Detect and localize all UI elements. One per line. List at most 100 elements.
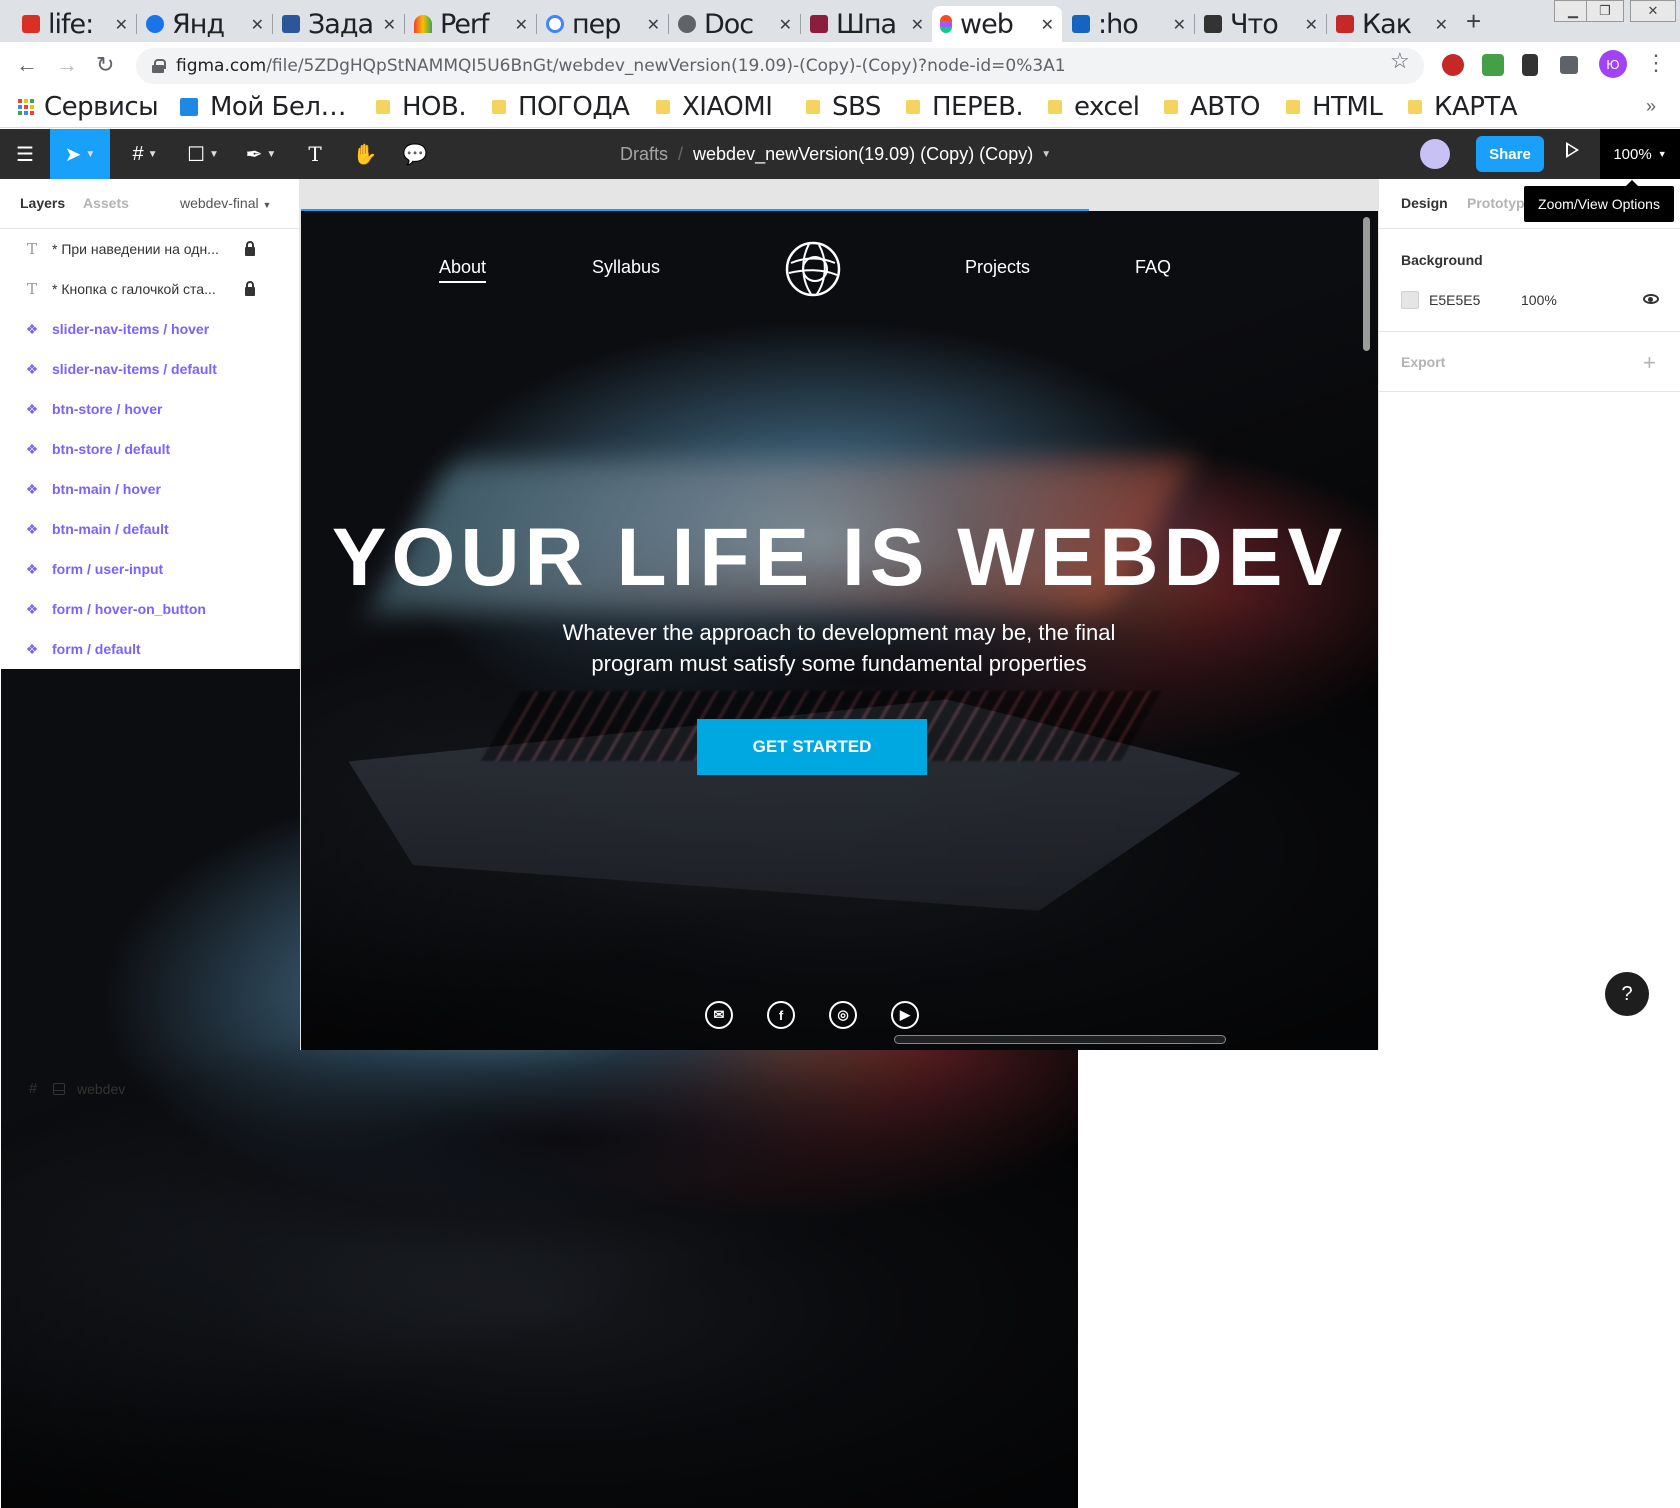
bookmark-star-icon[interactable]: ☆ [1390,48,1410,74]
close-icon[interactable]: ✕ [251,15,264,34]
nav-link-faq[interactable]: FAQ [1135,257,1171,278]
close-icon[interactable]: ✕ [115,15,128,34]
nav-link-syllabus[interactable]: Syllabus [592,257,660,278]
browser-tab-active[interactable]: web ✕ [932,6,1062,42]
layer-item[interactable]: ❖ form / default [0,629,300,669]
profile-avatar[interactable]: Ю [1599,50,1627,78]
bookmark-folder[interactable]: НОВ. [376,92,467,122]
close-icon[interactable]: ✕ [1173,15,1186,34]
bookmark-folder[interactable]: excel [1048,92,1140,122]
puzzle-icon[interactable] [1560,56,1578,74]
present-play-icon[interactable] [1566,142,1579,158]
browser-tab[interactable]: Perf ✕ [406,6,536,42]
bookmark-folder[interactable]: HTML [1286,92,1383,122]
layer-item[interactable]: T * При наведении на одн... [0,229,300,269]
back-icon[interactable]: ← [16,52,38,78]
close-icon[interactable]: ✕ [1041,15,1054,34]
background-hex-value[interactable]: E5E5E5 [1429,292,1480,308]
bookmark-folder[interactable]: КАРТА [1408,92,1518,122]
close-icon[interactable]: ✕ [647,15,660,34]
nav-link-projects[interactable]: Projects [965,257,1030,278]
breadcrumb-drafts[interactable]: Drafts [620,144,668,165]
adblock-extension-icon[interactable] [1442,54,1464,76]
layer-item[interactable]: ❖ slider-nav-items / hover [0,309,300,349]
globe-logo-icon[interactable] [785,241,841,297]
frame-tool-button[interactable]: # ▼ [122,129,168,179]
close-icon[interactable]: ✕ [383,15,396,34]
menu-icon[interactable]: ⋮ [1645,50,1667,76]
background-color-swatch[interactable] [1401,291,1419,309]
main-menu-icon[interactable]: ☰ [0,129,50,179]
close-icon[interactable]: ✕ [779,15,792,34]
close-icon[interactable]: ✕ [1305,15,1318,34]
browser-tab[interactable]: пер ✕ [538,6,668,42]
horizontal-scrollbar[interactable] [894,1035,1226,1044]
tab-prototype[interactable]: Prototype [1467,195,1532,211]
hand-tool-icon[interactable]: ✋ [348,129,382,179]
new-tab-button[interactable]: + [1466,6,1481,37]
browser-tab[interactable]: Зада ✕ [274,6,404,42]
user-avatar[interactable] [1420,139,1450,169]
get-started-button[interactable]: GET STARTED [697,719,927,775]
share-button[interactable]: Share [1476,136,1544,172]
move-tool-button[interactable]: ➤ ▼ [50,129,110,179]
file-name[interactable]: webdev_newVersion(19.09) (Copy) (Copy) [693,144,1033,165]
browser-tab[interactable]: life: ✕ [14,6,136,42]
bookmark-folder[interactable]: АВТО [1164,92,1260,122]
layer-item[interactable]: ❖ btn-store / default [0,429,300,469]
help-button[interactable]: ? [1605,972,1649,1016]
background-opacity-value[interactable]: 100% [1521,292,1557,308]
bookmark-folder[interactable]: ПОГОДА [492,92,630,122]
pen-tool-button[interactable]: ✒ ▼ [238,129,284,179]
bookmark-apps[interactable]: Сервисы [18,92,159,122]
tab-layers[interactable]: Layers [20,195,65,211]
layer-item[interactable]: ❖ form / hover-on_button [0,589,300,629]
tab-assets[interactable]: Assets [83,195,129,211]
layer-item[interactable]: ❖ btn-main / default [0,509,300,549]
text-tool-icon[interactable]: T [298,129,332,179]
facebook-icon[interactable]: f [767,1001,795,1029]
bookmark-folder[interactable]: ПЕРЕВ. [906,92,1024,122]
browser-tab[interactable]: Что ✕ [1196,6,1326,42]
bookmarks-more-button[interactable]: » [1646,96,1656,117]
layer-item[interactable]: ❖ slider-nav-items / default [0,349,300,389]
browser-tab[interactable]: :ho ✕ [1064,6,1194,42]
reload-icon[interactable]: ↻ [96,52,114,78]
youtube-icon[interactable]: ▶ [891,1001,919,1029]
close-icon[interactable]: ✕ [911,15,924,34]
extension-icon[interactable] [1522,54,1538,76]
tab-design[interactable]: Design [1401,195,1448,211]
lock-icon[interactable] [245,241,255,256]
forward-icon[interactable]: → [56,52,78,78]
webdev-frame[interactable]: About Syllabus Projects FAQ YOUR LIFE IS… [301,211,1378,1050]
file-breadcrumb[interactable]: Drafts / webdev_newVersion(19.09) (Copy)… [620,129,1051,179]
layer-item[interactable]: ❖ form / user-input [0,549,300,589]
bookmark-folder[interactable]: XIAOMI [656,92,773,122]
close-icon[interactable]: ✕ [1435,15,1448,34]
bookmark-folder[interactable]: SBS [806,92,881,122]
mail-icon[interactable]: ✉ [705,1001,733,1029]
layer-item[interactable]: ❖ btn-main / hover [0,469,300,509]
layer-item[interactable]: T * Кнопка с галочкой ста... [0,269,300,309]
extension-icon[interactable] [1482,54,1504,76]
shape-tool-button[interactable]: ☐ ▼ [180,129,226,179]
browser-tab[interactable]: Шпа ✕ [802,6,932,42]
address-bar[interactable]: figma.com/file/5ZDgHQpStNAMMQI5U6BnGt/we… [136,48,1424,84]
lock-icon[interactable] [245,281,255,296]
browser-tab[interactable]: Янд ✕ [138,6,272,42]
add-export-plus-icon[interactable]: + [1643,350,1656,376]
maximize-icon[interactable]: ❐ [1586,0,1624,22]
instagram-icon[interactable]: ◎ [829,1001,857,1029]
layer-item[interactable]: ❖ btn-store / hover [0,389,300,429]
figma-canvas[interactable]: About Syllabus Projects FAQ YOUR LIFE IS… [300,179,1378,1050]
browser-tab[interactable]: Doc ✕ [670,6,800,42]
bookmark-item[interactable]: Мой Бел… [180,92,346,122]
browser-tab[interactable]: Как ✕ [1328,6,1456,42]
eye-icon[interactable] [1643,294,1659,304]
window-close-icon[interactable]: ✕ [1630,0,1676,22]
comment-tool-icon[interactable]: 💬 [398,129,432,179]
zoom-options-button[interactable]: 100% ▼ [1600,129,1680,179]
vertical-scrollbar[interactable] [1363,217,1370,351]
close-icon[interactable]: ✕ [515,15,528,34]
page-selector[interactable]: webdev-final ▼ [180,195,271,211]
